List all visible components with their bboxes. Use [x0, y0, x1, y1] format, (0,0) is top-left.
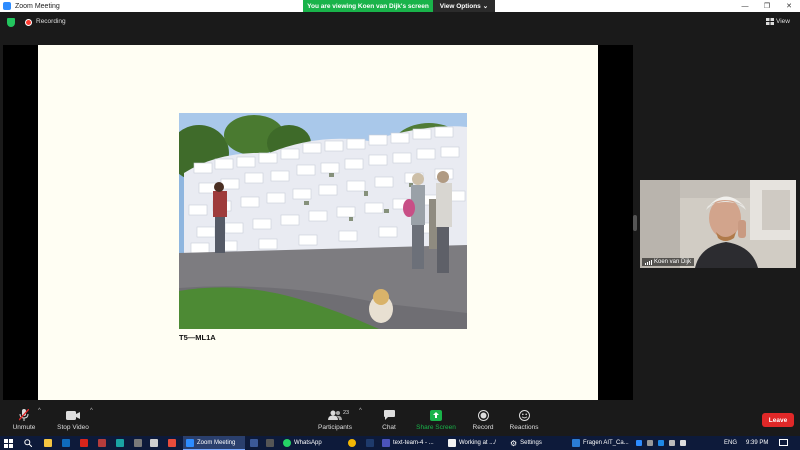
- outlook-taskbar-icon[interactable]: [62, 436, 70, 450]
- slide-photo: [179, 113, 467, 329]
- chrome-taskbar-icon[interactable]: [348, 436, 356, 450]
- photoshop-taskbar-icon[interactable]: [366, 436, 374, 450]
- tray-icon: [647, 440, 653, 446]
- taskbar-working-label: Working at .../: [459, 440, 496, 446]
- teams-icon: [382, 439, 390, 447]
- slide-caption: T5—ML1A: [179, 333, 216, 342]
- bluetooth-icon: [658, 440, 664, 446]
- windows-logo-icon: [4, 438, 13, 448]
- app-taskbar-icon-4[interactable]: [150, 436, 158, 450]
- app-taskbar-icon-3[interactable]: [134, 436, 142, 450]
- stop-video-button[interactable]: Stop Video: [56, 404, 90, 436]
- stop-video-label: Stop Video: [57, 424, 89, 431]
- viewing-screen-label: You are viewing Koen van Dijk's screen: [303, 0, 433, 12]
- participants-count: 23: [343, 410, 350, 416]
- unmute-button[interactable]: Unmute: [10, 404, 38, 436]
- browser-icon: [448, 439, 456, 447]
- chat-bubble-icon: [383, 409, 395, 421]
- notifications-button[interactable]: [779, 436, 788, 450]
- signal-strength-icon: [645, 259, 652, 265]
- app-taskbar-icon-6[interactable]: [250, 436, 258, 450]
- chat-button[interactable]: Chat: [376, 404, 402, 436]
- close-button[interactable]: ✕: [778, 0, 800, 12]
- gear-icon: ⚙: [510, 438, 518, 448]
- recording-dot-icon: [25, 19, 32, 26]
- share-screen-button[interactable]: Share Screen: [414, 404, 458, 436]
- screen-share-banner: You are viewing Koen van Dijk's screen V…: [303, 0, 495, 12]
- taskbar-settings-label: Settings: [520, 440, 542, 446]
- minimize-button[interactable]: —: [734, 0, 756, 12]
- audio-options-caret[interactable]: ^: [38, 408, 41, 414]
- system-tray-icons[interactable]: [636, 436, 686, 450]
- participant-name-tag: Koen van Dijk: [642, 258, 695, 266]
- participant-name: Koen van Dijk: [654, 259, 692, 265]
- language-indicator[interactable]: ENG: [724, 436, 737, 450]
- word-icon: [572, 439, 580, 447]
- taskbar-zoom-meeting[interactable]: Zoom Meeting: [183, 436, 245, 450]
- record-button[interactable]: Record: [468, 404, 498, 436]
- reactions-label: Reactions: [509, 424, 539, 431]
- file-explorer-taskbar-icon[interactable]: [44, 436, 52, 450]
- search-taskbar-button[interactable]: [24, 436, 32, 450]
- taskbar-fragen[interactable]: Fragen AIT_Ca...: [572, 436, 632, 450]
- video-camera-icon: [66, 409, 80, 421]
- taskbar-whatsapp[interactable]: WhatsApp: [283, 436, 343, 450]
- window-controls: — ❐ ✕: [734, 0, 800, 12]
- whatsapp-icon: [283, 439, 291, 447]
- video-options-caret[interactable]: ^: [90, 408, 93, 414]
- window-title: Zoom Meeting: [15, 2, 60, 10]
- app-taskbar-icon-5[interactable]: [168, 436, 176, 450]
- chat-label: Chat: [382, 424, 396, 431]
- taskbar-team-label: text-team-4 - ...: [393, 440, 434, 446]
- participants-icon: [328, 409, 342, 421]
- participants-button[interactable]: Participants: [318, 404, 352, 436]
- wifi-icon: [669, 440, 675, 446]
- view-label: View: [776, 18, 790, 25]
- taskbar-settings[interactable]: ⚙ Settings: [510, 436, 560, 450]
- taskbar-zoom-label: Zoom Meeting: [197, 439, 236, 446]
- record-icon: [477, 409, 489, 421]
- participant-video-tile[interactable]: Koen van Dijk: [640, 180, 796, 268]
- unmute-label: Unmute: [12, 424, 36, 431]
- taskbar-fragen-label: Fragen AIT_Ca...: [583, 440, 629, 446]
- app-taskbar-icon-2[interactable]: [116, 436, 124, 450]
- windows-start-button[interactable]: [4, 436, 13, 450]
- share-screen-label: Share Screen: [416, 424, 456, 431]
- security-shield-icon[interactable]: [7, 18, 15, 27]
- taskbar-working[interactable]: Working at .../: [448, 436, 504, 450]
- zoom-app-icon: [3, 2, 11, 10]
- participants-options-caret[interactable]: ^: [359, 408, 362, 414]
- microphone-muted-icon: [19, 409, 29, 421]
- zoom-tray-icon: [636, 440, 642, 446]
- view-options-label: View Options: [439, 2, 481, 10]
- zoom-icon: [186, 438, 194, 447]
- notification-icon: [779, 439, 788, 446]
- participant-video-feed: [640, 180, 796, 268]
- app-taskbar-icon-7[interactable]: [266, 436, 274, 450]
- search-icon: [24, 439, 32, 447]
- app-taskbar-icon-1[interactable]: [98, 436, 106, 450]
- view-options-button[interactable]: View Options ⌄: [433, 0, 495, 12]
- participants-label: Participants: [318, 424, 352, 431]
- taskbar-team[interactable]: text-team-4 - ...: [382, 436, 444, 450]
- acrobat-taskbar-icon[interactable]: [80, 436, 88, 450]
- smiley-icon: [518, 409, 530, 421]
- chevron-down-icon: ⌄: [482, 3, 489, 10]
- volume-icon: [680, 440, 686, 446]
- grid-view-icon: [766, 18, 774, 25]
- reactions-button[interactable]: Reactions: [506, 404, 542, 436]
- view-button[interactable]: View: [766, 16, 796, 27]
- recording-label[interactable]: Recording: [36, 18, 66, 25]
- leave-button[interactable]: Leave: [762, 413, 794, 427]
- record-label: Record: [472, 424, 494, 431]
- maximize-button[interactable]: ❐: [756, 0, 778, 12]
- share-screen-icon: [430, 409, 442, 421]
- panel-resize-handle[interactable]: [633, 215, 637, 231]
- taskbar-whatsapp-label: WhatsApp: [294, 440, 322, 446]
- clock[interactable]: 9:39 PM: [746, 436, 768, 450]
